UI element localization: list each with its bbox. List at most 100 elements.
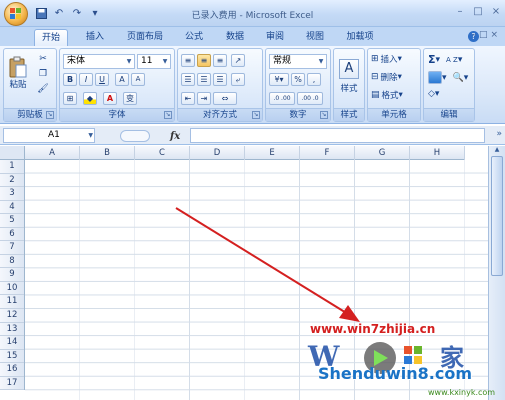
fill-icon[interactable]	[428, 71, 442, 84]
find-select-icon[interactable]: 🔍	[453, 73, 464, 83]
maximize-button[interactable]: □	[473, 6, 483, 17]
row-header[interactable]: 17	[0, 377, 24, 391]
column-header[interactable]: D	[190, 146, 245, 160]
scroll-thumb[interactable]	[491, 156, 503, 276]
chevron-down-icon: ▼	[126, 58, 132, 65]
percent-button[interactable]: %	[291, 73, 305, 86]
align-right-icon[interactable]: ☰	[213, 73, 227, 86]
decrease-indent-icon[interactable]: ⇤	[181, 92, 195, 105]
insert-function-button[interactable]: fx	[170, 131, 180, 142]
underline-button[interactable]: U	[95, 73, 109, 86]
row-header[interactable]: 6	[0, 228, 24, 242]
wrap-text-icon[interactable]: ⤶	[231, 73, 245, 86]
styles-group-label: 样式	[334, 108, 364, 121]
currency-icon[interactable]: ¥▾	[269, 73, 289, 86]
tab-home[interactable]: 开始	[34, 29, 68, 46]
increase-decimal-button[interactable]: .0 .00	[269, 92, 295, 105]
merge-center-icon[interactable]: ⇔	[213, 92, 237, 105]
delete-cells-button[interactable]: ⊟ 删除 ▾	[371, 71, 402, 83]
row-header[interactable]: 1	[0, 160, 24, 174]
italic-button[interactable]: I	[79, 73, 93, 86]
align-bottom-icon[interactable]: ≡	[213, 54, 227, 67]
column-header[interactable]: H	[410, 146, 465, 160]
workbook-controls[interactable]: –□×	[471, 30, 501, 40]
styles-button[interactable]: A 样式	[337, 53, 361, 99]
sort-filter-button[interactable]: A Z	[446, 56, 458, 64]
align-center-icon[interactable]: ☰	[197, 73, 211, 86]
ribbon-tabs: 开始 插入 页面布局 公式 数据 审阅 视图 加载项 ? –□×	[0, 27, 505, 46]
alignment-launcher-icon[interactable]: ↘	[252, 111, 260, 119]
alignment-group: ≡ ≡ ≡ ↗ ☰ ☰ ☰ ⤶ ⇤ ⇥ ⇔ 对齐方式 ↘	[177, 48, 263, 122]
fill-color-icon[interactable]: ◆	[83, 92, 97, 105]
align-left-icon[interactable]: ☰	[181, 73, 195, 86]
phonetic-button[interactable]: 变	[123, 92, 137, 105]
tab-add-ins[interactable]: 加载项	[340, 29, 380, 46]
chevron-down-icon: ▼	[318, 58, 324, 65]
row-header[interactable]: 7	[0, 241, 24, 255]
insert-cells-icon: ⊞	[371, 54, 379, 64]
row-header[interactable]: 12	[0, 309, 24, 323]
clipboard-launcher-icon[interactable]: ↘	[46, 111, 54, 119]
expand-formula-bar-icon[interactable]: »	[496, 129, 502, 139]
tab-view[interactable]: 视图	[298, 29, 332, 46]
row-header[interactable]: 14	[0, 336, 24, 350]
autosum-button[interactable]: Σ	[428, 53, 436, 66]
cut-icon[interactable]: ✂	[36, 53, 50, 65]
close-button[interactable]: ×	[491, 6, 501, 17]
increase-indent-icon[interactable]: ⇥	[197, 92, 211, 105]
select-all-button[interactable]	[0, 146, 25, 160]
row-header[interactable]: 15	[0, 350, 24, 364]
tab-review[interactable]: 审阅	[258, 29, 292, 46]
row-header[interactable]: 13	[0, 323, 24, 337]
column-header[interactable]: B	[80, 146, 135, 160]
column-header[interactable]: E	[245, 146, 300, 160]
column-header[interactable]: F	[300, 146, 355, 160]
window-title: 已录入费用 - Microsoft Excel	[191, 11, 314, 21]
column-header[interactable]: C	[135, 146, 190, 160]
row-header[interactable]: 10	[0, 282, 24, 296]
tab-data[interactable]: 数据	[218, 29, 252, 46]
minimize-button[interactable]: –	[455, 6, 465, 17]
tab-insert[interactable]: 插入	[78, 29, 112, 46]
tab-page-layout[interactable]: 页面布局	[120, 29, 170, 46]
name-box[interactable]: A1 ▼	[3, 128, 95, 143]
font-launcher-icon[interactable]: ↘	[164, 111, 172, 119]
bold-button[interactable]: B	[63, 73, 77, 86]
number-format-select[interactable]: 常规 ▼	[269, 54, 327, 69]
grow-font-button[interactable]: A	[115, 73, 129, 86]
row-header[interactable]: 2	[0, 174, 24, 188]
insert-cells-button[interactable]: ⊞ 插入 ▾	[371, 53, 402, 65]
decrease-decimal-button[interactable]: .00 .0	[297, 92, 323, 105]
font-color-button[interactable]: A	[103, 92, 117, 105]
copy-icon[interactable]: ❐	[36, 68, 50, 80]
clear-icon[interactable]: ◇	[428, 89, 435, 99]
font-size-select[interactable]: 11 ▼	[137, 54, 171, 69]
column-header[interactable]: A	[25, 146, 80, 160]
column-header[interactable]: G	[355, 146, 410, 160]
align-middle-icon[interactable]: ≡	[197, 54, 211, 67]
format-cells-button[interactable]: ▤ 格式 ▾	[371, 89, 403, 101]
comma-button[interactable]: ,	[307, 73, 321, 86]
formula-input[interactable]	[190, 128, 485, 143]
row-header[interactable]: 11	[0, 295, 24, 310]
row-header[interactable]: 3	[0, 187, 24, 201]
row-header[interactable]: 5	[0, 214, 24, 228]
tab-formulas[interactable]: 公式	[177, 29, 211, 46]
orientation-icon[interactable]: ↗	[231, 54, 245, 67]
row-header[interactable]: 4	[0, 201, 24, 215]
font-name-select[interactable]: 宋体 ▼	[63, 54, 135, 69]
ribbon: 粘贴 ✂ ❐ 🖌 剪贴板 ↘ 宋体 ▼ 11 ▼ B I U A A ⊞ ◆ A 变…	[0, 46, 505, 124]
align-top-icon[interactable]: ≡	[181, 54, 195, 67]
styles-group: A 样式 样式	[333, 48, 365, 122]
row-header[interactable]: 16	[0, 363, 24, 377]
formula-bar-resize-handle[interactable]	[120, 130, 150, 142]
scroll-up-icon[interactable]: ▲	[491, 145, 503, 155]
clipboard-group: 粘贴 ✂ ❐ 🖌 剪贴板 ↘	[3, 48, 57, 122]
row-header[interactable]: 8	[0, 255, 24, 269]
format-painter-icon[interactable]: 🖌	[36, 83, 50, 95]
paste-button[interactable]: 粘贴	[6, 51, 30, 95]
shrink-font-button[interactable]: A	[131, 73, 145, 86]
number-launcher-icon[interactable]: ↘	[320, 111, 328, 119]
borders-icon[interactable]: ⊞	[63, 92, 77, 105]
row-header[interactable]: 9	[0, 268, 24, 282]
